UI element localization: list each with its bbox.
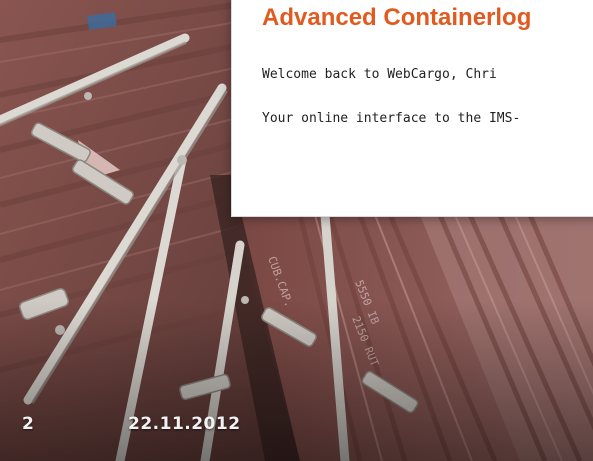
slide-date: 22.11.2012 bbox=[128, 414, 241, 434]
welcome-text: Welcome back to WebCargo, Chri bbox=[262, 67, 497, 82]
panel-title: Advanced Containerlog bbox=[262, 4, 532, 31]
interface-description: Your online interface to the IMS- bbox=[262, 111, 521, 126]
slide-page-number: 2 bbox=[22, 414, 35, 434]
welcome-panel: Advanced Containerlog Welcome back to We… bbox=[231, 0, 593, 217]
